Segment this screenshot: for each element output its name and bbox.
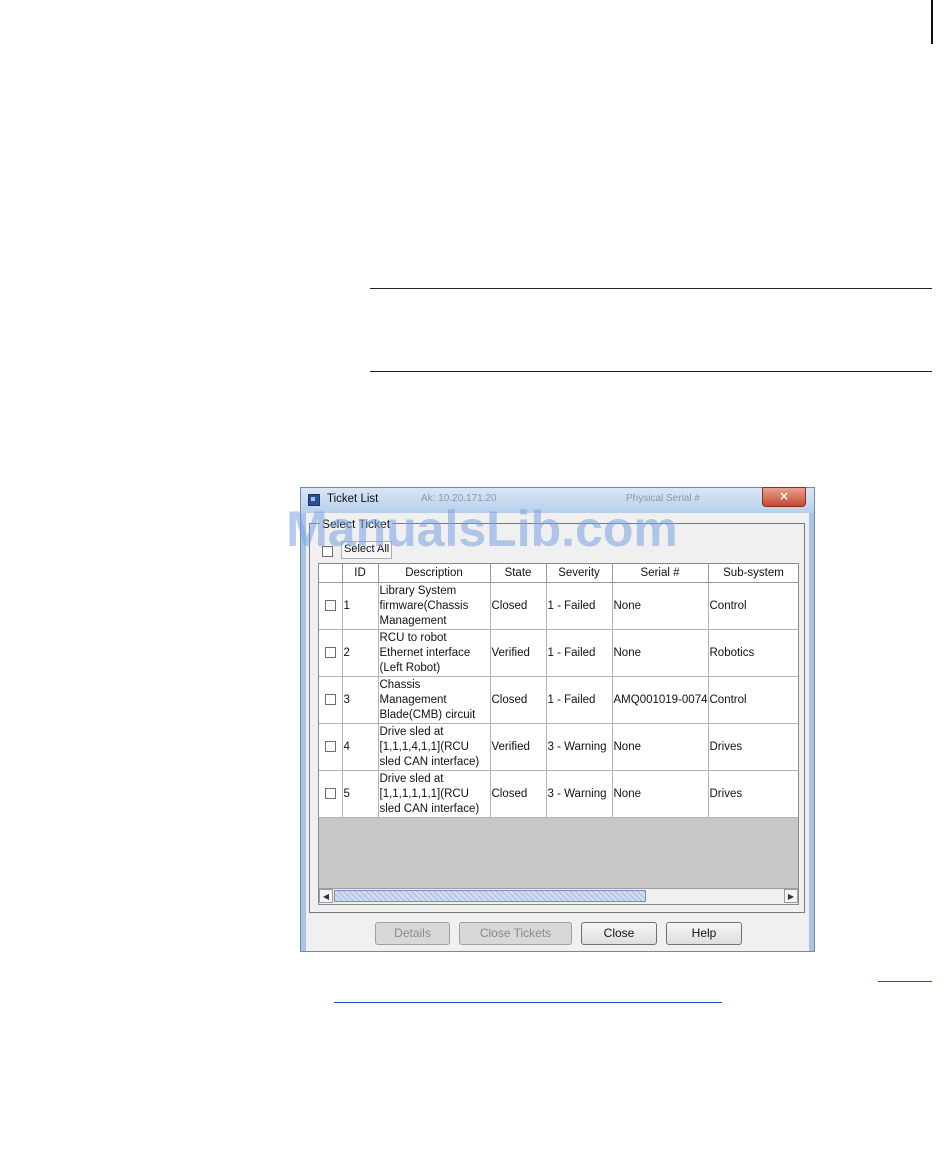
select-all-button[interactable]: Select All xyxy=(341,541,393,559)
dialog-title: Ticket List xyxy=(327,493,379,505)
table-row[interactable]: 2 RCU to robot Ethernet interface (Left … xyxy=(319,629,798,677)
title-blur-left: Ak: 10.20.171.20 xyxy=(421,493,497,504)
cell-description: Library System firmware(Chassis Manageme… xyxy=(378,582,491,630)
ticket-list-dialog: Ticket List Ak: 10.20.171.20 Physical Se… xyxy=(300,487,815,952)
row-checkbox[interactable] xyxy=(324,787,336,799)
cell-state: Closed xyxy=(490,770,547,818)
cell-serial: None xyxy=(612,770,709,818)
cell-serial: None xyxy=(612,629,709,677)
row-checkbox[interactable] xyxy=(324,740,336,752)
column-header-severity[interactable]: Severity xyxy=(546,564,613,583)
row-checkbox[interactable] xyxy=(324,599,336,611)
column-header-description[interactable]: Description xyxy=(378,564,491,583)
cell-description: RCU to robot Ethernet interface (Left Ro… xyxy=(378,629,491,677)
cell-description: Drive sled at [1,1,1,1,1,1](RCU sled CAN… xyxy=(378,770,491,818)
close-button[interactable]: Close xyxy=(581,922,657,945)
select-ticket-group: Select Ticket Select All ID Description … xyxy=(309,517,805,913)
cell-severity: 1 - Failed xyxy=(546,582,613,630)
cell-id: 4 xyxy=(342,723,379,771)
page-edge-line xyxy=(931,0,933,44)
table-row[interactable]: 3 Chassis Management Blade(CMB) circuit … xyxy=(319,676,798,724)
cell-severity: 1 - Failed xyxy=(546,676,613,724)
table-row[interactable]: 1 Library System firmware(Chassis Manage… xyxy=(319,582,798,630)
column-header-subsystem[interactable]: Sub-system xyxy=(708,564,798,583)
column-header-serial[interactable]: Serial # xyxy=(612,564,709,583)
horizontal-scrollbar[interactable]: ◀ ▶ xyxy=(319,888,798,904)
note-bottom-rule xyxy=(370,371,932,372)
cell-subsystem: Control xyxy=(708,582,798,630)
column-header-state[interactable]: State xyxy=(490,564,547,583)
cell-description: Drive sled at [1,1,1,4,1,1](RCU sled CAN… xyxy=(378,723,491,771)
details-button[interactable]: Details xyxy=(375,922,450,945)
group-label: Select Ticket xyxy=(320,517,393,531)
help-button[interactable]: Help xyxy=(666,922,742,945)
scroll-left-arrow-icon[interactable]: ◀ xyxy=(319,889,333,903)
cell-state: Closed xyxy=(490,582,547,630)
link-underline-right[interactable] xyxy=(878,981,932,982)
cell-id: 1 xyxy=(342,582,379,630)
cell-subsystem: Drives xyxy=(708,723,798,771)
title-blur-right: Physical Serial # xyxy=(626,493,700,504)
table-header-row: ID Description State Severity Serial # S… xyxy=(319,564,798,583)
ticket-table-area: ID Description State Severity Serial # S… xyxy=(318,563,799,905)
ticket-table: ID Description State Severity Serial # S… xyxy=(319,564,798,818)
row-checkbox[interactable] xyxy=(324,693,336,705)
cell-state: Verified xyxy=(490,723,547,771)
cell-severity: 1 - Failed xyxy=(546,629,613,677)
column-header-checkbox[interactable] xyxy=(319,564,343,583)
scroll-right-arrow-icon[interactable]: ▶ xyxy=(784,889,798,903)
select-all-checkbox[interactable] xyxy=(322,546,333,558)
dialog-titlebar[interactable]: Ticket List Ak: 10.20.171.20 Physical Se… xyxy=(301,487,814,513)
cell-state: Closed xyxy=(490,676,547,724)
cell-subsystem: Robotics xyxy=(708,629,798,677)
cell-id: 2 xyxy=(342,629,379,677)
cell-id: 3 xyxy=(342,676,379,724)
cell-severity: 3 - Warning xyxy=(546,770,613,818)
cell-subsystem: Control xyxy=(708,676,798,724)
close-icon[interactable]: × xyxy=(762,487,806,507)
cell-state: Verified xyxy=(490,629,547,677)
cell-serial: AMQ001019-0074 xyxy=(612,676,709,724)
cell-serial: None xyxy=(612,723,709,771)
close-tickets-button[interactable]: Close Tickets xyxy=(459,922,572,945)
cell-id: 5 xyxy=(342,770,379,818)
link-underline-main[interactable] xyxy=(334,1002,722,1003)
row-checkbox[interactable] xyxy=(324,646,336,658)
cell-severity: 3 - Warning xyxy=(546,723,613,771)
table-row[interactable]: 5 Drive sled at [1,1,1,1,1,1](RCU sled C… xyxy=(319,770,798,818)
note-top-rule xyxy=(370,288,932,289)
dialog-content: Select Ticket Select All ID Description … xyxy=(306,513,809,951)
scrollbar-thumb[interactable] xyxy=(334,890,646,902)
ticket-list-app-icon xyxy=(308,494,320,506)
table-row[interactable]: 4 Drive sled at [1,1,1,4,1,1](RCU sled C… xyxy=(319,723,798,771)
column-header-id[interactable]: ID xyxy=(342,564,379,583)
cell-serial: None xyxy=(612,582,709,630)
cell-description: Chassis Management Blade(CMB) circuit xyxy=(378,676,491,724)
cell-subsystem: Drives xyxy=(708,770,798,818)
